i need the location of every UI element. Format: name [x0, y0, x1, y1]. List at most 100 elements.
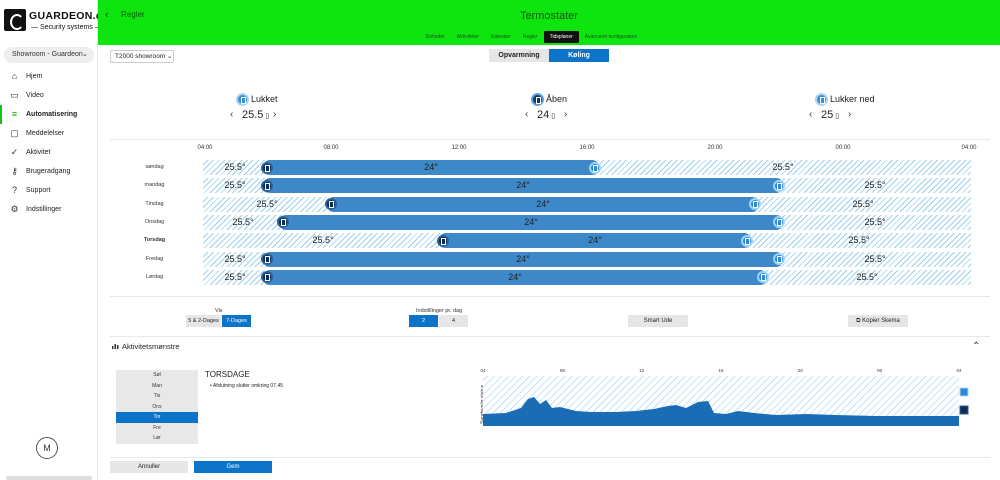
schedule-day-label: Lørdag — [145, 273, 164, 280]
tab-regler[interactable]: Regler — [517, 31, 544, 43]
schedule-before-temp: 25.5° — [224, 162, 246, 172]
schedule-before-temp: 25.5° — [224, 271, 246, 282]
door-closed-icon — [959, 405, 969, 415]
tab-aktiviteter[interactable]: Aktiviteter — [451, 31, 485, 43]
settings-4-button[interactable]: 4 — [439, 315, 468, 327]
activity-chart-tick: 12 — [639, 368, 645, 373]
view-7-day-button[interactable]: 7-Dages — [222, 315, 251, 327]
activity-check-icon: ✓ — [10, 147, 19, 157]
increase-temp-button[interactable]: › — [848, 109, 851, 120]
thermostat-select[interactable]: T2000 showroom ⌄ — [110, 50, 174, 63]
mode-toggle: Opvarmning Køling — [489, 49, 609, 62]
schedule-after-temp: 25.5° — [864, 216, 886, 227]
nav-item-label: Automatisering — [26, 111, 78, 118]
view-5-2-day-button[interactable]: 5 & 2-Dages — [186, 315, 221, 327]
copy-schedule-label: Kopier Skema — [862, 318, 900, 324]
nav-item-label: Aktivitet — [26, 149, 51, 156]
nav-item-hjem[interactable]: ⌂ Hjem — [0, 67, 98, 86]
activity-day-item[interactable]: Lør — [116, 433, 198, 444]
activity-chart-tick: 16 — [718, 368, 724, 373]
door-closed-icon[interactable] — [261, 161, 273, 174]
schedule-before-temp: 25.5° — [312, 235, 334, 246]
activity-day-item[interactable]: Fre — [116, 423, 198, 434]
activity-day-item[interactable]: Søl — [116, 370, 198, 381]
activity-chart-tick: 04 — [956, 368, 962, 373]
nav-item-support[interactable]: ? Support — [0, 181, 98, 200]
schedule-active-temp: 24° — [516, 253, 530, 264]
smart-ude-button[interactable]: Smart Ude — [628, 315, 688, 327]
activity-chart-tick: 08 — [560, 368, 566, 373]
messages-icon: ▢ — [10, 128, 19, 138]
increase-temp-button[interactable]: › — [564, 109, 567, 120]
state-label: Lukker ned — [830, 94, 875, 104]
copy-schedule-button[interactable]: ⧉ Kopier Skema — [848, 315, 908, 327]
schedule-active-temp: 24° — [524, 216, 538, 227]
nav-item-video[interactable]: ▭ Video — [0, 86, 98, 105]
door-open-icon[interactable] — [749, 198, 761, 211]
nav-item-indstillinger[interactable]: ⚙ Indstillinger — [0, 200, 98, 219]
schedule-after-temp: 25.5° — [772, 162, 794, 172]
decrease-temp-button[interactable]: ‹ — [230, 109, 233, 120]
heating-mode-button[interactable]: Opvarmning — [489, 49, 549, 62]
chevron-up-icon[interactable]: ⌃ — [972, 341, 980, 352]
activity-title-text: Aktivitetsmønstre — [122, 342, 180, 351]
door-open-icon[interactable] — [589, 161, 601, 174]
state-label: Lukket — [251, 94, 278, 104]
nav-item-label: Meddelelser — [26, 130, 65, 137]
schedule-day-label: mandag — [144, 182, 165, 189]
schedule-day-label: Onsdag — [144, 218, 165, 225]
avatar[interactable]: M — [36, 437, 58, 459]
tab-enheder[interactable]: Enheder — [420, 31, 451, 43]
time-tick-label: 12:00 — [451, 145, 467, 151]
decrease-temp-button[interactable]: ‹ — [525, 109, 528, 120]
nav-item-aktivitet[interactable]: ✓ Aktivitet — [0, 143, 98, 162]
activity-day-item[interactable]: Tis — [116, 391, 198, 402]
settings-2-button[interactable]: 2 — [409, 315, 438, 327]
door-closed-icon — [236, 93, 249, 106]
activity-day-item[interactable]: Ons — [116, 402, 198, 413]
chevron-down-icon: ⌄ — [167, 53, 173, 60]
tab-kalender[interactable]: Kalender — [485, 31, 517, 43]
nav-item-meddelelser[interactable]: ▢ Meddelelser — [0, 124, 98, 143]
state-temperature-value: 24 — [537, 109, 550, 121]
increase-temp-button[interactable]: › — [273, 109, 276, 120]
settings-per-day-label: Indstillinger pr. dag — [416, 308, 463, 314]
schedule-day-label: søndag — [145, 164, 164, 170]
door-closed-icon[interactable] — [437, 234, 449, 247]
door-closed-icon[interactable] — [261, 253, 273, 265]
door-open-icon[interactable] — [741, 234, 753, 247]
door-closed-icon[interactable] — [261, 179, 273, 192]
nav-item-automatisering[interactable]: ≡ Automatisering — [0, 105, 98, 124]
cancel-button[interactable]: Annuller — [110, 461, 188, 473]
activity-day-item[interactable]: Tor — [116, 412, 198, 423]
state-temperature: 24 ▯ — [537, 109, 555, 121]
schedule-active-temp: 24° — [516, 180, 530, 191]
tab-tidsplaner[interactable]: Tidsplaner — [543, 31, 579, 43]
time-tick-label: 00:00 — [835, 145, 851, 151]
schedule-active-temp: 24° — [588, 235, 602, 246]
tab-avanceret-konfiguration[interactable]: Avanceret konfiguration — [579, 31, 643, 43]
schedule-before-temp: 25.5° — [256, 198, 278, 209]
logo-brand: GUARDEON.dk — [29, 10, 109, 22]
decrease-temp-button[interactable]: ‹ — [809, 109, 812, 120]
activity-day-item[interactable]: Man — [116, 381, 198, 392]
time-tick-label: 04:00 — [197, 145, 213, 151]
video-camera-icon: ▭ — [10, 90, 19, 100]
save-button[interactable]: Gem — [194, 461, 272, 473]
cooling-mode-button[interactable]: Køling — [549, 49, 609, 62]
door-open-icon[interactable] — [773, 253, 785, 265]
schedule-after-temp: 25.5° — [856, 271, 878, 282]
nav-item-label: Indstillinger — [26, 206, 62, 213]
door-closed-icon[interactable] — [325, 198, 337, 211]
view-label: Vis — [215, 308, 223, 314]
state-0: Lukket ‹ 25.5 ▯ › — [230, 93, 326, 123]
schedule-day-label: Tirsdag — [145, 200, 164, 207]
activity-section-title[interactable]: Aktivitetsmønstre — [112, 342, 180, 351]
door-open-icon[interactable] — [773, 179, 785, 192]
nav-item-brugeradgang[interactable]: ⚷ Brugeradgang — [0, 162, 98, 181]
site-select[interactable]: Showroom - Guardeon ⌄ — [4, 47, 94, 63]
activity-chart-tick: 20 — [798, 368, 804, 373]
guardeon-logo[interactable]: GUARDEON.dk — Security systems — — [2, 5, 108, 41]
schedule-after-temp: 25.5° — [864, 180, 886, 191]
sidebar-scrollbar[interactable] — [6, 476, 92, 480]
